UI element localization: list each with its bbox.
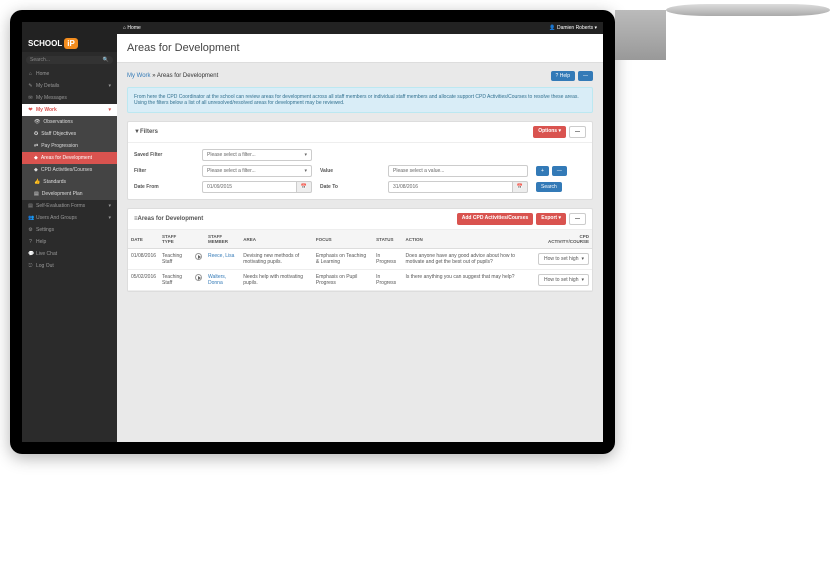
eye-icon: 👁 xyxy=(34,119,40,125)
main-content: Areas for Development My Work » Areas fo… xyxy=(117,34,603,442)
mail-icon: ✉ xyxy=(28,95,33,101)
filters-collapse-button[interactable]: — xyxy=(569,126,586,138)
nav-self-evaluation[interactable]: ▤Self-Evaluation Forms▾ xyxy=(22,200,117,212)
user-icon: ✎ xyxy=(28,83,33,89)
nav-my-messages[interactable]: ✉My Messages xyxy=(22,92,117,104)
col-staff-member[interactable]: STAFF MEMBER xyxy=(205,230,240,249)
filters-title: Filters xyxy=(140,129,158,135)
afd-collapse-button[interactable]: — xyxy=(569,213,586,225)
play-icon[interactable] xyxy=(195,274,202,281)
chevron-down-icon: ▾ xyxy=(108,107,111,113)
filter-select[interactable]: Please select a filter...▾ xyxy=(202,165,312,177)
logout-icon: ⎋ xyxy=(28,263,33,269)
staff-member-link[interactable]: Walters, Donna xyxy=(205,270,240,291)
nav-users-groups[interactable]: 👥Users And Groups▾ xyxy=(22,212,117,224)
value-input[interactable]: Please select a value... xyxy=(388,165,528,177)
value-label: Value xyxy=(320,168,380,174)
plan-icon: ▤ xyxy=(34,191,39,197)
filter-label: Filter xyxy=(134,168,194,174)
afd-title: Areas for Development xyxy=(138,216,204,222)
col-date[interactable]: DATE xyxy=(128,230,159,249)
topbar-home[interactable]: ⌂ Home xyxy=(123,25,141,31)
col-cpd[interactable]: CPD ACTIVITY/COURSE xyxy=(535,230,592,249)
date-to-input[interactable]: 31/08/2016📅 xyxy=(388,181,528,193)
chart-icon: ◆ xyxy=(34,155,38,161)
nav-help[interactable]: ?Help xyxy=(22,236,117,248)
search-input[interactable]: Search...🔍 xyxy=(26,56,113,64)
caret-icon: ▾ xyxy=(581,256,584,262)
nav-settings[interactable]: ⚙Settings xyxy=(22,224,117,236)
saved-filter-label: Saved Filter xyxy=(134,152,194,158)
sub-observations[interactable]: 👁Observations xyxy=(22,116,117,128)
col-focus[interactable]: FOCUS xyxy=(313,230,373,249)
caret-icon: ▾ xyxy=(304,168,307,174)
thumb-icon: 👍 xyxy=(34,179,40,185)
book-icon: ◆ xyxy=(34,167,38,173)
cpd-dropdown[interactable]: How to set high▾ xyxy=(538,274,589,286)
calendar-icon[interactable]: 📅 xyxy=(513,181,528,193)
home-icon: ⌂ xyxy=(28,71,33,77)
export-button[interactable]: Export ▾ xyxy=(536,213,566,225)
nav-live-chat[interactable]: 💬Live Chat xyxy=(22,248,117,260)
sub-development-plan[interactable]: ▤Development Plan xyxy=(22,188,117,200)
add-cpd-button[interactable]: Add CPD Activities/Courses xyxy=(457,213,534,225)
help-icon: ? xyxy=(28,239,33,245)
target-icon: ✪ xyxy=(34,131,38,137)
breadcrumb-my-work[interactable]: My Work xyxy=(127,73,151,79)
gear-icon: ⚙ xyxy=(28,227,33,233)
filters-panel: ▼ Filters Options ▾ — Saved Filter Pleas… xyxy=(127,121,593,200)
table-row: 01/08/2016 Teaching Staff Reece, Lisa De… xyxy=(128,249,592,270)
date-from-input[interactable]: 01/09/2015📅 xyxy=(202,181,312,193)
breadcrumb: My Work » Areas for Development xyxy=(127,73,218,79)
chevron-down-icon: ▾ xyxy=(108,215,111,221)
nav-log-out[interactable]: ⎋Log Out xyxy=(22,260,117,272)
chat-icon: 💬 xyxy=(28,251,33,257)
sub-staff-objectives[interactable]: ✪Staff Objectives xyxy=(22,128,117,140)
add-filter-button[interactable]: + xyxy=(536,166,549,176)
logo: SCHOOLiP xyxy=(22,34,117,52)
sub-pay-progression[interactable]: ⇄Pay Progression xyxy=(22,140,117,152)
form-icon: ▤ xyxy=(28,203,33,209)
sub-standards[interactable]: 👍Standards xyxy=(22,176,117,188)
col-action[interactable]: ACTION xyxy=(403,230,536,249)
caret-icon: ▾ xyxy=(304,152,307,158)
col-area[interactable]: AREA xyxy=(240,230,313,249)
sub-areas-for-development[interactable]: ◆Areas for Development xyxy=(22,152,117,164)
afd-table: DATE STAFF TYPE STAFF MEMBER AREA FOCUS … xyxy=(128,230,592,291)
users-icon: 👥 xyxy=(28,215,33,221)
cpd-dropdown[interactable]: How to set high▾ xyxy=(538,253,589,265)
play-icon[interactable] xyxy=(195,253,202,260)
search-button[interactable]: Search xyxy=(536,182,562,192)
saved-filter-select[interactable]: Please select a filter...▾ xyxy=(202,149,312,161)
caret-icon: ▾ xyxy=(581,277,584,283)
money-icon: ⇄ xyxy=(34,143,38,149)
table-row: 05/02/2016 Teaching Staff Walters, Donna… xyxy=(128,270,592,291)
nav-my-details[interactable]: ✎My Details▾ xyxy=(22,80,117,92)
collapse-button[interactable]: — xyxy=(578,71,593,81)
info-alert: From here the CPD Coordinator at the sch… xyxy=(127,87,593,113)
calendar-icon[interactable]: 📅 xyxy=(297,181,312,193)
date-from-label: Date From xyxy=(134,184,194,190)
nav-my-work[interactable]: ❤My Work▾ xyxy=(22,104,117,116)
page-title: Areas for Development xyxy=(117,34,603,63)
date-to-label: Date To xyxy=(320,184,380,190)
chevron-down-icon: ▾ xyxy=(108,83,111,89)
chevron-down-icon: ▾ xyxy=(108,203,111,209)
col-status[interactable]: STATUS xyxy=(373,230,402,249)
afd-panel: ≡ Areas for Development Add CPD Activiti… xyxy=(127,208,593,292)
top-bar: ⌂ Home 👤 Damien Roberts ▾ xyxy=(22,22,603,34)
search-icon: 🔍 xyxy=(103,57,109,63)
nav-home[interactable]: ⌂Home xyxy=(22,68,117,80)
briefcase-icon: ❤ xyxy=(28,107,33,113)
sidebar: SCHOOLiP Search...🔍 ⌂Home ✎My Details▾ ✉… xyxy=(22,34,117,442)
staff-member-link[interactable]: Reece, Lisa xyxy=(205,249,240,270)
col-staff-type[interactable]: STAFF TYPE xyxy=(159,230,192,249)
sub-cpd-activities[interactable]: ◆CPD Activities/Courses xyxy=(22,164,117,176)
filters-options-button[interactable]: Options ▾ xyxy=(533,126,566,138)
help-button[interactable]: ? Help xyxy=(551,71,575,81)
topbar-user[interactable]: 👤 Damien Roberts ▾ xyxy=(549,25,597,31)
remove-filter-button[interactable]: — xyxy=(552,166,567,176)
